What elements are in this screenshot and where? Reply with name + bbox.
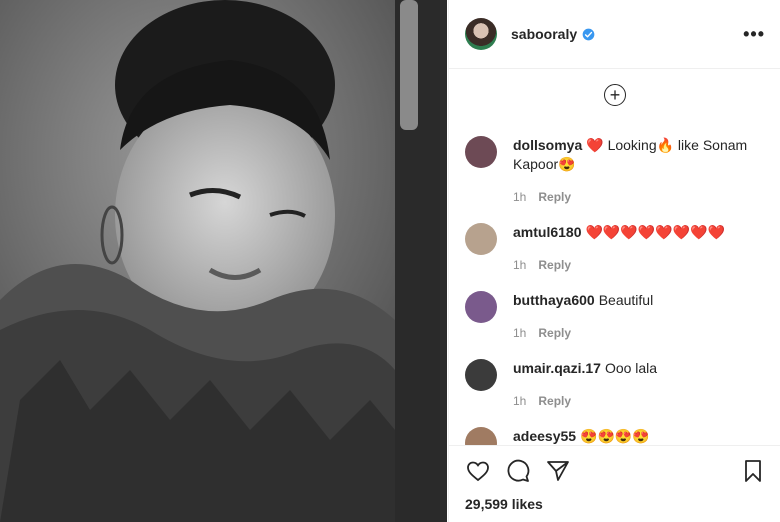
comment-text-line: adeesy55 😍😍😍😍 xyxy=(513,427,650,446)
comment-time[interactable]: 1h xyxy=(513,326,526,340)
comment-item: butthaya600 Beautiful 1h Reply xyxy=(449,291,780,343)
comment-meta: 1h Reply xyxy=(513,188,753,207)
share-icon[interactable] xyxy=(545,459,571,483)
comment-meta: 1h Reply xyxy=(513,392,657,411)
commenter-avatar[interactable] xyxy=(465,291,497,323)
comment-item: adeesy55 😍😍😍😍 xyxy=(449,427,780,446)
comment-time[interactable]: 1h xyxy=(513,258,526,272)
commenter-username[interactable]: butthaya600 xyxy=(513,292,595,308)
reply-button[interactable]: Reply xyxy=(538,258,571,272)
comment-item: dollsomya ❤️ Looking🔥 like Sonam Kapoor😍 … xyxy=(449,136,780,207)
comment-icon[interactable] xyxy=(505,459,531,483)
commenter-avatar[interactable] xyxy=(465,359,497,391)
comment-text: 😍😍😍😍 xyxy=(580,428,650,444)
comment-time[interactable]: 1h xyxy=(513,394,526,408)
comment-text-line: umair.qazi.17 Ooo lala xyxy=(513,359,657,378)
comment-meta: 1h Reply xyxy=(513,324,653,343)
commenter-username[interactable]: umair.qazi.17 xyxy=(513,360,601,376)
comment-text-line: dollsomya ❤️ Looking🔥 like Sonam Kapoor😍 xyxy=(513,136,753,174)
more-options-icon[interactable]: ••• xyxy=(743,24,765,45)
post-sidebar: sabooraly ••• + dollsomya ❤️ Looking🔥 lik… xyxy=(448,0,780,522)
grayscale-portrait-image xyxy=(0,0,447,522)
comment-meta: 1h Reply xyxy=(513,256,725,275)
reply-button[interactable]: Reply xyxy=(538,190,571,204)
reply-button[interactable]: Reply xyxy=(538,326,571,340)
post-image[interactable] xyxy=(0,0,447,522)
heart-icon[interactable] xyxy=(465,459,491,483)
post-actions: 29,599 likes xyxy=(449,445,780,522)
action-icons-row xyxy=(449,446,780,486)
comment-item: umair.qazi.17 Ooo lala 1h Reply xyxy=(449,359,780,411)
comment-item: amtul6180 ❤️❤️❤️❤️❤️❤️❤️❤️ 1h Reply xyxy=(449,223,780,275)
comment-time[interactable]: 1h xyxy=(513,190,526,204)
author-avatar[interactable] xyxy=(465,18,497,50)
commenter-avatar[interactable] xyxy=(465,136,497,168)
likes-count[interactable]: 29,599 likes xyxy=(449,486,780,512)
comment-text: Beautiful xyxy=(598,292,654,308)
author-username[interactable]: sabooraly xyxy=(511,26,577,42)
commenter-username[interactable]: amtul6180 xyxy=(513,224,581,240)
comment-text-line: butthaya600 Beautiful xyxy=(513,291,653,310)
comment-text-line: amtul6180 ❤️❤️❤️❤️❤️❤️❤️❤️ xyxy=(513,223,725,242)
comment-text: Ooo lala xyxy=(604,360,658,376)
reply-button[interactable]: Reply xyxy=(538,394,571,408)
load-more-comments-button[interactable]: + xyxy=(604,84,626,106)
commenter-avatar[interactable] xyxy=(465,427,497,446)
verified-badge-icon xyxy=(582,28,595,40)
commenter-username[interactable]: adeesy55 xyxy=(513,428,576,444)
load-more-row: + xyxy=(449,70,780,120)
post-header: sabooraly ••• xyxy=(449,0,780,69)
instagram-post: sabooraly ••• + dollsomya ❤️ Looking🔥 lik… xyxy=(0,0,780,522)
comments-list[interactable]: + dollsomya ❤️ Looking🔥 like Sonam Kapoor… xyxy=(449,70,780,446)
bookmark-icon[interactable] xyxy=(741,459,765,483)
commenter-avatar[interactable] xyxy=(465,223,497,255)
commenter-username[interactable]: dollsomya xyxy=(513,137,582,153)
comment-text: ❤️❤️❤️❤️❤️❤️❤️❤️ xyxy=(585,224,725,240)
